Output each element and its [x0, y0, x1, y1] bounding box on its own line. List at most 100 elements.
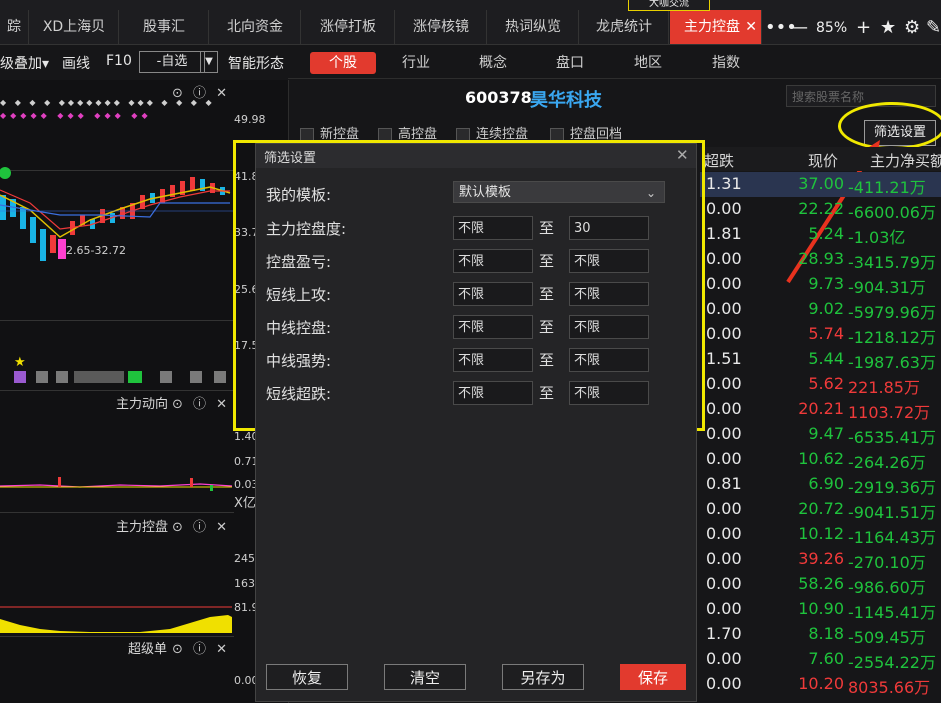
trend-lines	[0, 477, 232, 491]
cell-oversold: 0.81	[706, 474, 742, 493]
range-label: 2.65-32.72	[66, 244, 126, 257]
restore-button[interactable]: 恢复	[266, 664, 348, 690]
tab-gushihui[interactable]: 股事汇	[120, 10, 209, 44]
table-row[interactable]: 0.00 10.90 -1145.41万	[700, 597, 941, 622]
settings-icon[interactable]: ⚙	[904, 18, 920, 38]
tab-board[interactable]: 盘口	[544, 52, 596, 74]
range-to-input[interactable]: 不限	[569, 348, 649, 372]
close-icon[interactable]: ✕	[676, 146, 689, 164]
tab-limit-up-mirror[interactable]: 涨停核镜	[396, 10, 487, 44]
cell-oversold: 0.00	[706, 549, 742, 568]
template-select[interactable]: 默认模板 ⌄	[453, 181, 665, 203]
smart-pattern-button[interactable]: 智能形态	[228, 53, 284, 73]
draw-line-button[interactable]: 画线	[62, 53, 90, 73]
table-row[interactable]: 0.81 6.90 -2919.36万	[700, 472, 941, 497]
overlay-menu[interactable]: 级叠加▾	[0, 53, 49, 73]
range-from-input[interactable]: 不限	[453, 216, 533, 240]
col-oversold[interactable]: 超跌	[704, 150, 734, 171]
range-from-input[interactable]: 不限	[453, 315, 533, 339]
dialog-titlebar[interactable]: 筛选设置 ✕	[256, 144, 696, 168]
tab-region[interactable]: 地区	[622, 52, 674, 74]
range-from-input[interactable]: 不限	[453, 381, 533, 405]
divider	[288, 78, 941, 79]
tab-xd-shanghai-bei[interactable]: XD上海贝	[30, 10, 119, 44]
self-select-dropdown[interactable]: -自选	[139, 51, 205, 73]
clear-button[interactable]: 清空	[384, 664, 466, 690]
table-row[interactable]: 0.00 9.02 -5979.96万	[700, 297, 941, 322]
table-row[interactable]: 0.00 22.22 -6600.06万	[700, 197, 941, 222]
close-icon[interactable]: ✕	[745, 10, 757, 44]
table-row[interactable]: 0.00 5.62 221.85万	[700, 372, 941, 397]
tab-track[interactable]: 踪	[0, 10, 29, 44]
save-as-button[interactable]: 另存为	[502, 664, 584, 690]
col-price[interactable]: 现价	[808, 150, 838, 171]
save-button[interactable]: 保存	[620, 664, 686, 690]
range-to-input[interactable]: 不限	[569, 381, 649, 405]
table-row[interactable]: 0.00 10.20 8035.66万	[700, 672, 941, 697]
community-badge[interactable]: 大咖交流	[628, 0, 710, 11]
range-from-input[interactable]: 不限	[453, 348, 533, 372]
field-label: 短线超跌:	[266, 385, 332, 403]
range-from-input[interactable]: 不限	[453, 282, 533, 306]
range-to-label: 至	[539, 285, 555, 303]
control-bars	[0, 606, 232, 633]
cell-net-buy: -264.26万	[848, 453, 926, 472]
star-icon[interactable]: ★	[880, 18, 896, 38]
tab-industry[interactable]: 行业	[390, 52, 442, 74]
table-row[interactable]: 1.70 8.18 -509.45万	[700, 622, 941, 647]
tab-dragon-tiger[interactable]: 龙虎统计	[580, 10, 669, 44]
cell-price: 10.12	[798, 524, 844, 543]
zoom-in-icon[interactable]: +	[856, 18, 871, 38]
cell-price: 9.73	[808, 274, 844, 293]
table-row[interactable]: 1.51 5.44 -1987.63万	[700, 347, 941, 372]
table-row[interactable]: 0.00 20.72 -9041.51万	[700, 497, 941, 522]
range-to-input[interactable]: 不限	[569, 249, 649, 273]
table-row[interactable]: 0.00 20.21 1103.72万	[700, 397, 941, 422]
table-row[interactable]: 0.00 10.62 -264.26万	[700, 447, 941, 472]
cell-oversold: 0.00	[706, 524, 742, 543]
col-net-buy[interactable]: 主力净买额	[870, 150, 941, 171]
pane-controls-icon[interactable]: ⊙ ⓘ ✕	[172, 516, 230, 535]
table-row[interactable]: 0.00 9.47 -6535.41万	[700, 422, 941, 447]
cell-oversold: 0.00	[706, 324, 742, 343]
tab-northbound[interactable]: 北向资金	[210, 10, 301, 44]
range-to-input[interactable]: 不限	[569, 282, 649, 306]
table-row[interactable]: 0.00 28.93 -3415.79万	[700, 247, 941, 272]
tab-index[interactable]: 指数	[700, 52, 752, 74]
cell-net-buy: -6535.41万	[848, 428, 936, 447]
table-row[interactable]: 0.00 58.26 -986.60万	[700, 572, 941, 597]
chevron-down-icon[interactable]: ▼	[200, 51, 218, 73]
range-from-input[interactable]: 不限	[453, 249, 533, 273]
zoom-out-icon[interactable]: —	[790, 18, 808, 38]
tab-concept[interactable]: 概念	[467, 52, 519, 74]
table-row[interactable]: 0.00 9.73 -904.31万	[700, 272, 941, 297]
tab-hot-words[interactable]: 热词纵览	[488, 10, 579, 44]
cell-price: 22.22	[798, 199, 844, 218]
pane-controls-icon[interactable]: ⊙ ⓘ ✕	[172, 638, 230, 657]
edit-icon[interactable]: ✎	[926, 18, 941, 38]
tab-main-control[interactable]: 主力控盘 ✕	[670, 10, 762, 44]
table-row[interactable]: 1.81 5.24 -1.03亿	[700, 222, 941, 247]
stock-name[interactable]: 昊华科技	[530, 86, 602, 112]
axis-unit: X亿	[234, 496, 256, 511]
table-row[interactable]: 0.00 10.12 -1164.43万	[700, 522, 941, 547]
price-label: 49.98	[234, 113, 266, 126]
cell-oversold: 1.81	[706, 224, 742, 243]
range-to-input[interactable]: 30	[569, 216, 649, 240]
table-row[interactable]: 0.00 5.74 -1218.12万	[700, 322, 941, 347]
tab-limit-up-board[interactable]: 涨停打板	[302, 10, 395, 44]
cell-net-buy: -2554.22万	[848, 653, 936, 672]
range-to-label: 至	[539, 219, 555, 237]
cell-oversold: 0.00	[706, 399, 742, 418]
table-row[interactable]: 0.00 7.60 -2554.22万	[700, 647, 941, 672]
table-row[interactable]: 0.00 39.26 -270.10万	[700, 547, 941, 572]
range-to-input[interactable]: 不限	[569, 315, 649, 339]
cell-price: 10.90	[798, 599, 844, 618]
tab-stock[interactable]: 个股	[310, 52, 376, 74]
f10-button[interactable]: F10	[106, 53, 132, 69]
cell-oversold: 0.00	[706, 249, 742, 268]
table-row[interactable]: 1.31 37.00 -411.21万	[700, 172, 941, 197]
pane-controls-icon[interactable]: ⊙ ⓘ ✕	[172, 393, 230, 412]
field-label: 控盘盈亏:	[266, 253, 332, 271]
cell-net-buy: -1164.43万	[848, 528, 936, 547]
